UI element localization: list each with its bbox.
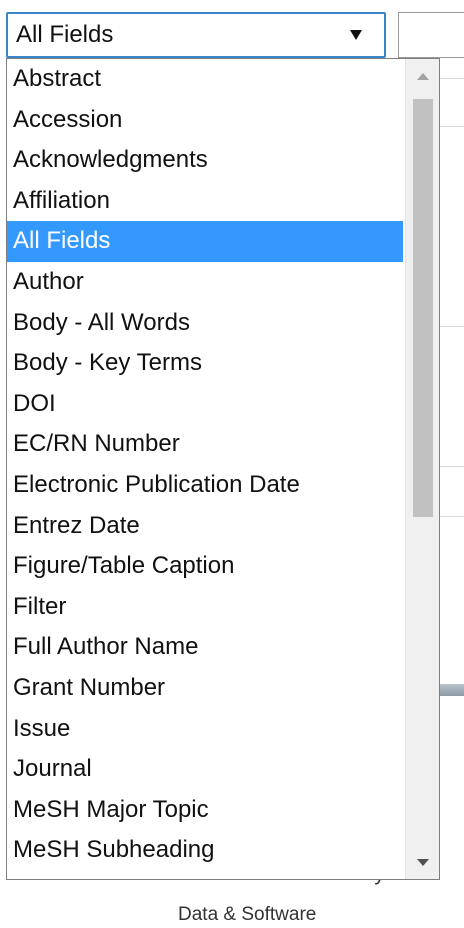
option-list: Abstract Accession Acknowledgments Affiliat… (7, 59, 403, 879)
dropdown-option[interactable]: Abstract (7, 59, 403, 100)
data-software-link[interactable]: Data & Software (178, 904, 316, 926)
arrow-down-icon (416, 858, 429, 866)
dropdown-option[interactable]: Entrez Date (7, 506, 403, 547)
divider (436, 78, 464, 79)
divider (436, 326, 464, 327)
dropdown-option[interactable]: Journal (7, 749, 403, 790)
dropdown-option[interactable]: Issue (7, 709, 403, 750)
dropdown-option[interactable]: Full Author Name (7, 627, 403, 668)
search-input[interactable] (398, 12, 464, 58)
dropdown-option[interactable]: Acknowledgments (7, 140, 403, 181)
dropdown-option[interactable]: Accession (7, 100, 403, 141)
dropdown-option[interactable]: Author (7, 262, 403, 303)
dropdown-option[interactable]: DOI (7, 384, 403, 425)
dropdown-option[interactable]: Filter (7, 587, 403, 628)
divider (436, 516, 464, 517)
dropdown-option[interactable]: Body - All Words (7, 303, 403, 344)
chevron-down-icon (350, 30, 362, 40)
dropdown-option[interactable]: MeSH Subheading (7, 830, 403, 871)
dropdown-option[interactable]: EC/RN Number (7, 424, 403, 465)
dropdown-option[interactable]: Grant Number (7, 668, 403, 709)
search-field-dropdown[interactable]: Abstract Accession Acknowledgments Affiliat… (6, 58, 440, 880)
search-field-select[interactable]: All Fields (6, 12, 386, 58)
dropdown-option[interactable]: Electronic Publication Date (7, 465, 403, 506)
scroll-down-button[interactable] (406, 845, 439, 879)
dropdown-option[interactable]: Affiliation (7, 181, 403, 222)
dropdown-option[interactable]: Figure/Table Caption (7, 546, 403, 587)
page: Chemicals & Bioassays Data & Software Al… (0, 0, 464, 928)
dropdown-option[interactable]: MeSH Major Topic (7, 790, 403, 831)
divider (436, 126, 464, 127)
scroll-thumb[interactable] (413, 99, 433, 517)
dropdown-option[interactable]: All Fields (7, 221, 403, 262)
select-value: All Fields (16, 21, 114, 48)
dropdown-option[interactable]: Body - Key Terms (7, 343, 403, 384)
scroll-up-button[interactable] (406, 59, 439, 93)
arrow-up-icon (416, 72, 429, 80)
divider (436, 466, 464, 467)
scrollbar[interactable] (405, 59, 439, 879)
